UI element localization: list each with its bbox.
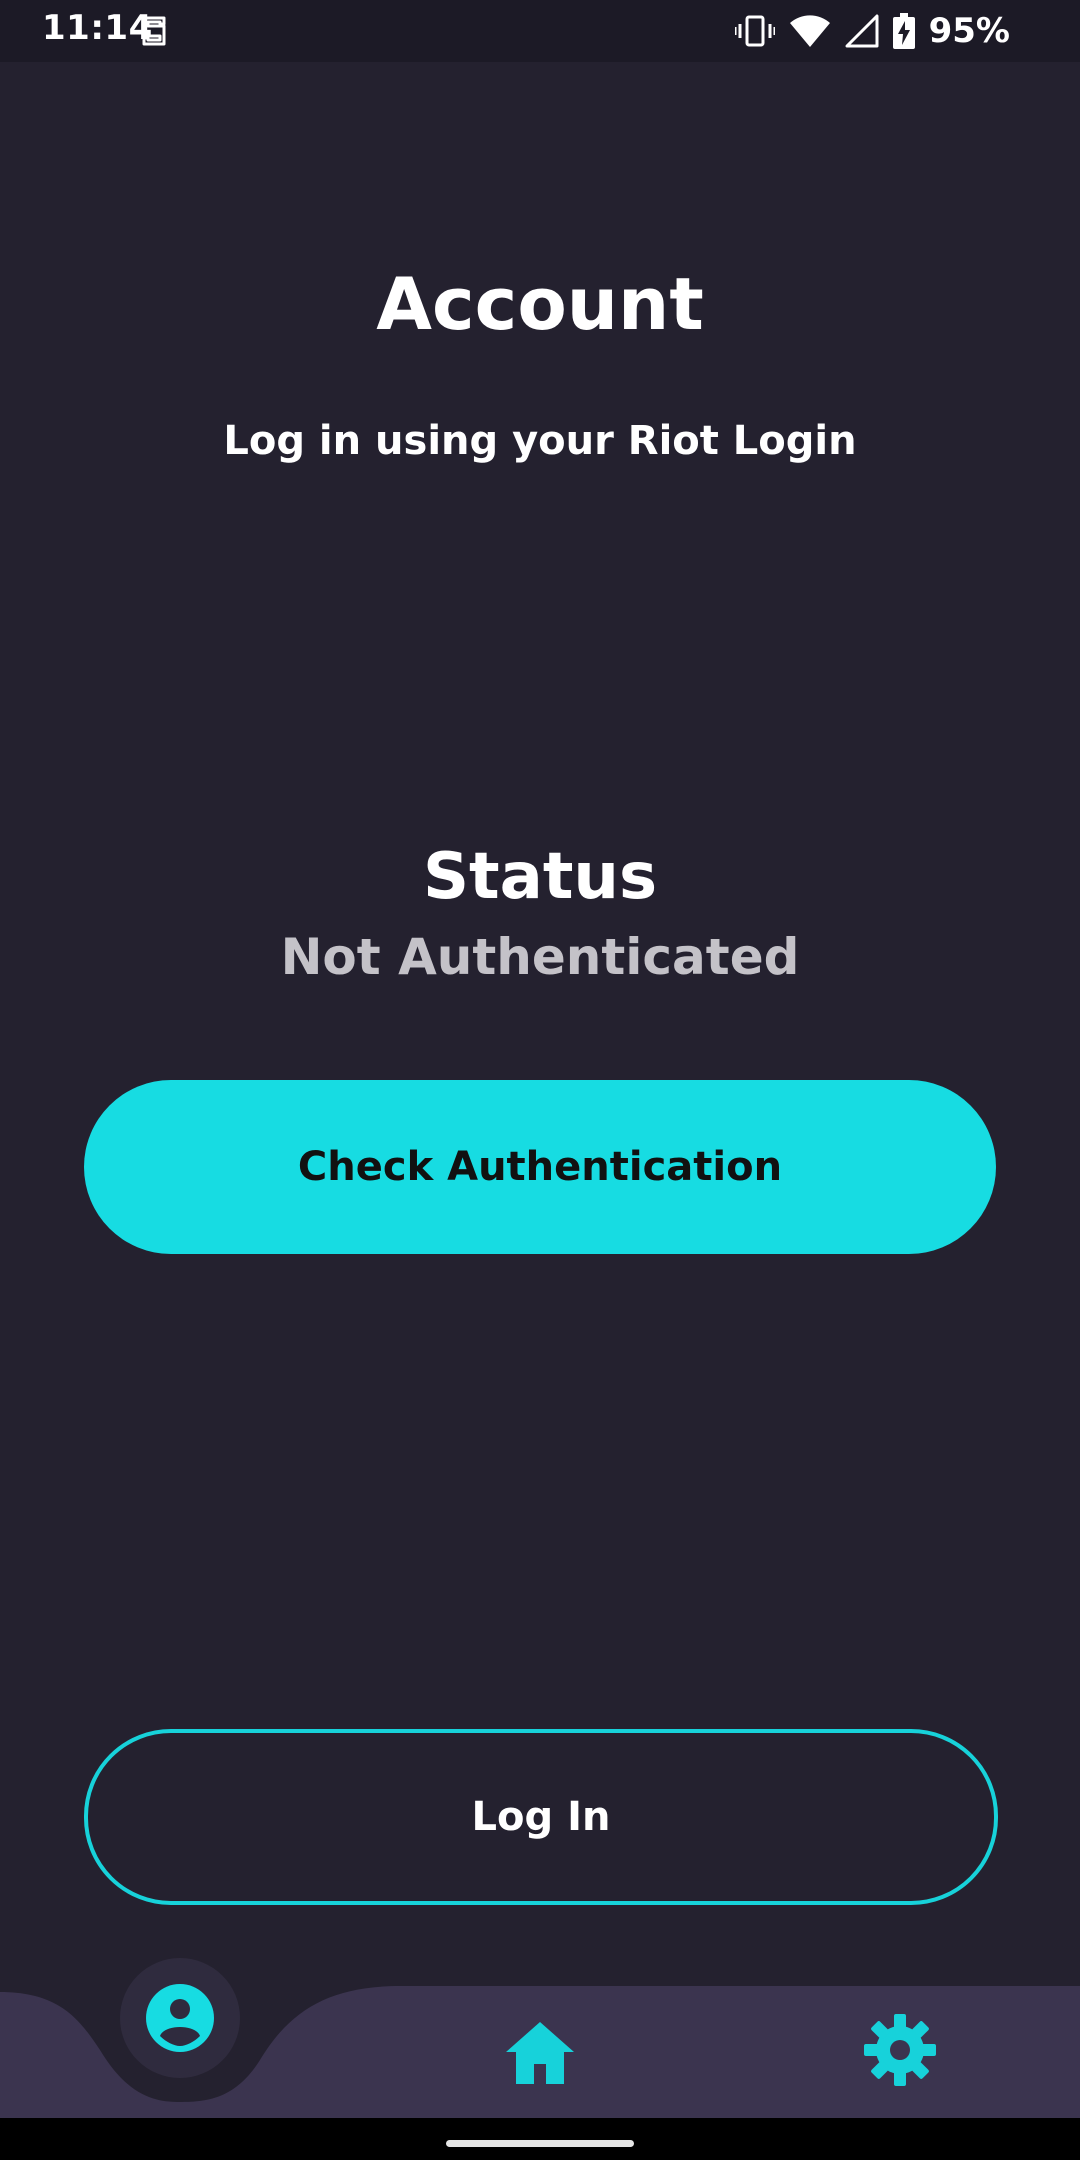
- account-screen: 11:14 95% Account Log in using your Riot…: [0, 0, 1080, 2160]
- status-icons: 95%: [734, 8, 1010, 54]
- status-time: 11:14: [42, 8, 153, 48]
- nav-account[interactable]: [120, 1958, 240, 2078]
- log-in-button[interactable]: Log In: [84, 1729, 998, 1905]
- nav-home[interactable]: [500, 2012, 580, 2092]
- auth-status-value: Not Authenticated: [280, 928, 800, 986]
- home-icon: [506, 2022, 574, 2084]
- status-bar: 11:14 95%: [0, 0, 1080, 62]
- app-notification-icon: [142, 16, 166, 46]
- battery-charging-icon: [892, 13, 915, 49]
- system-navigation-bar: [0, 2118, 1080, 2160]
- status-heading: Status: [422, 840, 658, 914]
- check-authentication-button[interactable]: Check Authentication: [84, 1080, 996, 1254]
- wifi-icon: [789, 15, 830, 48]
- nav-settings[interactable]: [862, 2012, 938, 2088]
- battery-percent: 95%: [928, 11, 1010, 51]
- cellular-signal-icon: [845, 14, 879, 48]
- page-subtitle: Log in using your Riot Login: [223, 418, 857, 464]
- settings-icon: [864, 2014, 936, 2086]
- account-icon: [146, 1984, 214, 2052]
- bottom-navigation: [0, 1950, 1080, 2118]
- vibrate-icon: [734, 15, 775, 47]
- gesture-handle[interactable]: [446, 2140, 634, 2147]
- page-title: Account: [376, 262, 704, 346]
